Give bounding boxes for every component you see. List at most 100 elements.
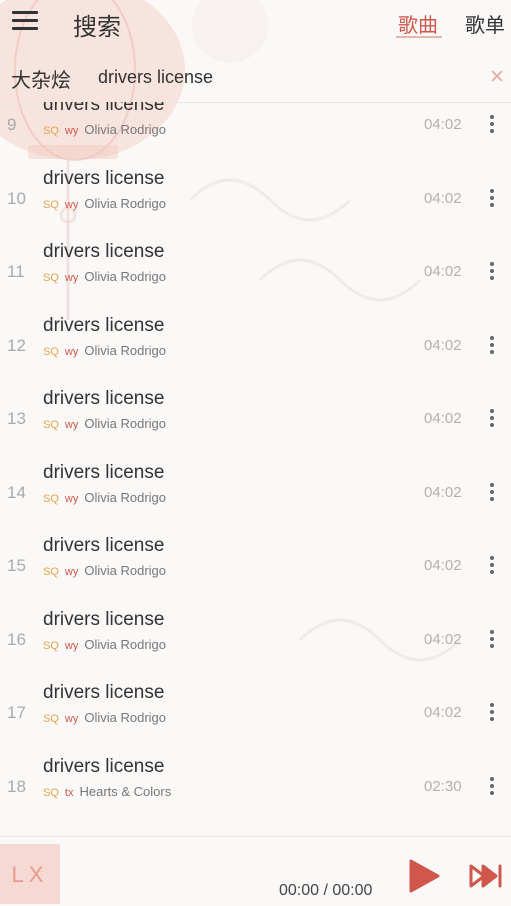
song-meta: SQ wy Olivia Rodrigo — [43, 196, 166, 211]
song-meta: SQ wy Olivia Rodrigo — [43, 343, 166, 358]
song-row[interactable]: 15 drivers license SQ wy Olivia Rodrigo 04:02 — [0, 535, 511, 608]
quality-badge: SQ — [43, 198, 59, 211]
song-index: 16 — [7, 629, 26, 649]
source-badge: wy — [64, 713, 79, 725]
song-row[interactable]: 11 drivers license SQ wy Olivia Rodrigo 04:02 — [0, 241, 511, 314]
song-title: drivers license — [43, 167, 165, 189]
quality-badge: SQ — [43, 713, 59, 725]
song-title: drivers license — [43, 608, 165, 630]
menu-icon[interactable] — [12, 11, 38, 31]
song-title: drivers license — [43, 314, 165, 336]
song-duration: 04:02 — [424, 630, 462, 648]
tab-playlists[interactable]: 歌单 — [465, 9, 505, 38]
song-title: drivers license — [43, 102, 165, 115]
song-list: 9 drivers license SQ wy Olivia Rodrigo 04:02 1… — [0, 102, 511, 834]
song-row[interactable]: 16 drivers license SQ wy Olivia Rodrigo 04:02 — [0, 609, 511, 682]
more-vertical-icon[interactable] — [488, 482, 496, 501]
song-duration: 04:02 — [424, 263, 462, 280]
artist-name: Olivia Rodrigo — [84, 636, 167, 652]
song-duration: 04:02 — [424, 483, 462, 501]
quality-badge: SQ — [43, 786, 59, 799]
song-title: drivers license — [43, 755, 165, 777]
artist-name: Olivia Rodrigo — [84, 269, 167, 284]
more-vertical-icon[interactable] — [488, 115, 496, 133]
more-vertical-icon[interactable] — [488, 629, 496, 648]
active-tab-indicator — [396, 36, 442, 38]
song-title: drivers license — [43, 682, 165, 703]
source-badge: wy — [64, 198, 79, 211]
song-duration: 04:02 — [424, 189, 462, 207]
more-vertical-icon[interactable] — [488, 188, 496, 207]
song-duration: 04:02 — [424, 336, 462, 354]
song-index: 14 — [7, 482, 26, 502]
quality-badge: SQ — [43, 566, 59, 578]
song-row[interactable]: 10 drivers license SQ wy Olivia Rodrigo 04:02 — [0, 168, 511, 241]
song-title: drivers license — [43, 388, 165, 409]
source-badge: wy — [64, 345, 79, 358]
artist-name: Hearts & Colors — [79, 783, 172, 799]
artist-name: Olivia Rodrigo — [84, 710, 167, 725]
more-vertical-icon[interactable] — [488, 556, 496, 574]
source-badge: tx — [64, 786, 74, 799]
quality-badge: SQ — [43, 492, 59, 505]
song-duration: 04:02 — [424, 557, 462, 574]
quality-badge: SQ — [43, 639, 59, 652]
artist-name: Olivia Rodrigo — [84, 489, 167, 505]
song-title: drivers license — [43, 535, 165, 556]
page-title: 搜索 — [73, 14, 121, 41]
quality-badge: SQ — [43, 345, 59, 358]
song-index: 17 — [7, 703, 26, 722]
song-meta: SQ wy Olivia Rodrigo — [43, 416, 166, 431]
player-bar: LX 00:00 / 00:00 — [0, 836, 511, 904]
more-vertical-icon[interactable] — [488, 776, 496, 795]
song-index: 10 — [7, 188, 26, 208]
skip-next-icon[interactable] — [469, 863, 503, 889]
quality-badge: SQ — [43, 125, 59, 137]
play-icon[interactable] — [408, 859, 440, 893]
song-meta: SQ tx Hearts & Colors — [43, 784, 171, 799]
quality-badge: SQ — [43, 419, 59, 431]
song-index: 13 — [7, 409, 26, 428]
tab-songs[interactable]: 歌曲 — [398, 9, 438, 38]
song-row[interactable]: 12 drivers license SQ wy Olivia Rodrigo 04:02 — [0, 315, 511, 388]
album-cover[interactable]: LX — [0, 844, 60, 904]
song-duration: 02:30 — [424, 777, 462, 795]
source-badge: wy — [64, 125, 79, 137]
song-index: 9 — [7, 115, 17, 134]
song-row[interactable]: 17 drivers license SQ wy Olivia Rodrigo 04:02 — [0, 682, 511, 755]
song-row[interactable]: 9 drivers license SQ wy Olivia Rodrigo 04:02 — [0, 102, 511, 167]
close-icon[interactable] — [489, 68, 505, 84]
source-badge: wy — [64, 639, 79, 652]
artist-name: Olivia Rodrigo — [84, 195, 167, 211]
more-vertical-icon[interactable] — [488, 703, 496, 721]
source-badge: wy — [64, 272, 79, 284]
song-duration: 04:02 — [424, 704, 462, 721]
song-index: 15 — [7, 556, 26, 575]
search-bar: 大杂烩 drivers license — [0, 52, 511, 103]
source-badge: wy — [64, 492, 79, 505]
more-vertical-icon[interactable] — [488, 262, 496, 280]
top-bar: 搜索 歌曲 歌单 — [0, 0, 511, 48]
song-meta: SQ wy Olivia Rodrigo — [43, 490, 166, 505]
song-row[interactable]: 18 drivers license SQ tx Hearts & Colors 02:3… — [0, 756, 511, 829]
artist-name: Olivia Rodrigo — [84, 342, 167, 358]
song-meta: SQ wy Olivia Rodrigo — [43, 269, 166, 284]
more-vertical-icon[interactable] — [488, 335, 496, 354]
song-meta: SQ wy Olivia Rodrigo — [43, 637, 166, 652]
quality-badge: SQ — [43, 272, 59, 284]
more-vertical-icon[interactable] — [488, 409, 496, 427]
search-input[interactable]: drivers license — [98, 67, 213, 88]
playback-time: 00:00 / 00:00 — [279, 882, 373, 899]
source-badge: wy — [64, 566, 79, 578]
song-row[interactable]: 14 drivers license SQ wy Olivia Rodrigo 04:02 — [0, 462, 511, 535]
song-meta: SQ wy Olivia Rodrigo — [43, 122, 166, 137]
song-row[interactable]: 13 drivers license SQ wy Olivia Rodrigo 04:02 — [0, 388, 511, 461]
artist-name: Olivia Rodrigo — [84, 563, 167, 578]
song-duration: 04:02 — [424, 410, 462, 427]
song-index: 11 — [7, 262, 25, 281]
source-badge: wy — [64, 419, 79, 431]
artist-name: Olivia Rodrigo — [84, 416, 167, 431]
source-selector[interactable]: 大杂烩 — [11, 64, 71, 93]
song-duration: 04:02 — [424, 116, 462, 133]
song-title: drivers license — [43, 461, 165, 483]
